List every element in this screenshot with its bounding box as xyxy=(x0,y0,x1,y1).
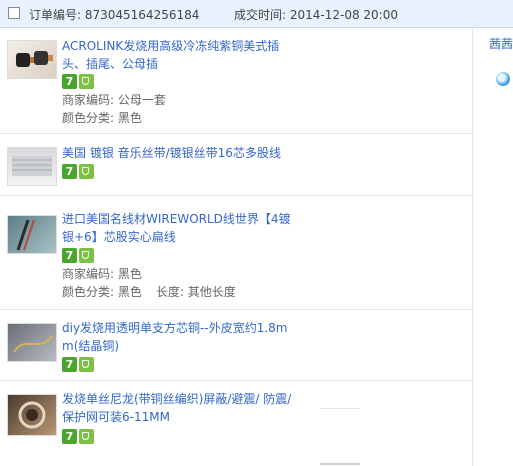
order-item: ACROLINK发烧用高级冷冻纯紫铜美式插头、插尾、公母插 7 商家编码: 公母… xyxy=(0,28,472,134)
shield-icon[interactable] xyxy=(79,74,94,89)
service-badges: 7 xyxy=(62,357,96,372)
service-badges: 7 xyxy=(62,164,96,179)
service-badges: 7 xyxy=(62,74,96,89)
seven-day-return-icon[interactable]: 7 xyxy=(62,74,77,89)
seven-day-return-icon[interactable]: 7 xyxy=(62,357,77,372)
shield-icon[interactable] xyxy=(79,164,94,179)
shield-icon[interactable] xyxy=(79,248,94,263)
merchant-code: 商家编码: 公母一套 xyxy=(62,93,166,107)
seller-link[interactable]: 茜茜 xyxy=(489,35,513,52)
merchant-code: 商家编码: 黑色 xyxy=(62,267,142,281)
seven-day-return-icon[interactable]: 7 xyxy=(62,248,77,263)
product-title-link[interactable]: 美国 镀银 音乐丝带/镀银丝带16芯多股线 xyxy=(62,144,292,162)
order-item: diy发烧用透明单支方芯铜--外皮宽约1.8mm(结晶铜) 7 xyxy=(0,310,472,381)
product-thumbnail[interactable] xyxy=(7,323,57,362)
deal-time: 成交时间: 2014-12-08 20:00 xyxy=(234,8,398,22)
service-badges: 7 xyxy=(62,248,96,263)
seven-day-return-icon[interactable]: 7 xyxy=(62,429,77,444)
length-option: 长度: 其他长度 xyxy=(155,285,236,299)
service-badges: 7 xyxy=(62,429,96,444)
color-category: 颜色分类: 黑色 xyxy=(62,285,142,299)
seven-day-return-icon[interactable]: 7 xyxy=(62,164,77,179)
order-item: 进口美国名线材WIREWORLD线世界【4镀银+6】芯股实心扁线 7 商家编码:… xyxy=(0,196,472,310)
order-header: 订单编号: 873045164256184 成交时间: 2014-12-08 2… xyxy=(0,0,513,28)
product-thumbnail[interactable] xyxy=(7,394,57,436)
wangwang-chat-icon[interactable] xyxy=(496,72,510,86)
order-item: 美国 镀银 音乐丝带/镀银丝带16芯多股线 7 xyxy=(0,134,472,196)
order-item: 发烧单丝尼龙(带铜丝编织)屏蔽/避震/ 防震/ 保护网可装6-11MM 7 xyxy=(0,381,472,466)
color-category: 颜色分类: 黑色 xyxy=(62,111,142,125)
product-title-link[interactable]: 进口美国名线材WIREWORLD线世界【4镀银+6】芯股实心扁线 xyxy=(62,210,292,246)
shield-icon[interactable] xyxy=(79,429,94,444)
order-number: 订单编号: 873045164256184 xyxy=(29,8,200,22)
column-divider xyxy=(320,408,360,409)
product-thumbnail[interactable] xyxy=(7,215,57,254)
column-divider xyxy=(320,463,360,465)
column-divider xyxy=(472,28,473,466)
product-title-link[interactable]: ACROLINK发烧用高级冷冻纯紫铜美式插头、插尾、公母插 xyxy=(62,37,292,73)
product-thumbnail[interactable] xyxy=(7,40,57,79)
order-select-checkbox[interactable] xyxy=(8,7,20,19)
shield-icon[interactable] xyxy=(79,357,94,372)
sku-attributes: 颜色分类: 黑色 长度: 其他长度 xyxy=(62,283,236,301)
product-thumbnail[interactable] xyxy=(7,147,57,186)
product-title-link[interactable]: 发烧单丝尼龙(带铜丝编织)屏蔽/避震/ 防震/ 保护网可装6-11MM xyxy=(62,390,292,426)
product-title-link[interactable]: diy发烧用透明单支方芯铜--外皮宽约1.8mm(结晶铜) xyxy=(62,319,292,355)
